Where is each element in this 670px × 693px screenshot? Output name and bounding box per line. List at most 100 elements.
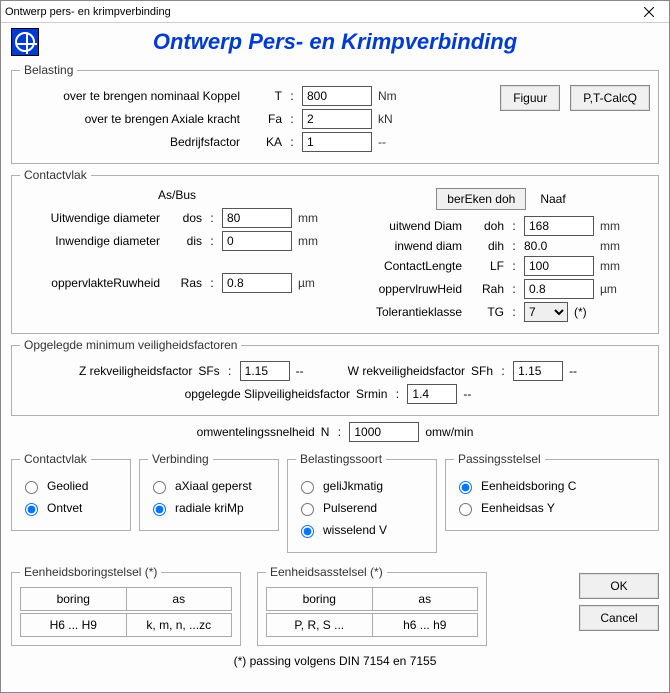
ruw-unit: µm <box>298 276 334 290</box>
ok-button[interactable]: OK <box>579 573 659 599</box>
close-button[interactable] <box>629 1 669 23</box>
group-belastingssoort: Belastingssoort geliJkmatig Pulserend wi… <box>287 452 437 553</box>
koppel-unit: Nm <box>378 89 414 103</box>
radio-radiaal[interactable]: radiale kriMp <box>148 500 270 516</box>
uitwd-input[interactable] <box>524 216 594 236</box>
titlebar: Ontwerp pers- en krimpverbinding <box>1 1 669 23</box>
omw-label: omwentelingssnelheid <box>197 425 315 439</box>
radio-eenheidsas[interactable]: Eenheidsas Y <box>454 500 650 516</box>
content-area: Ontwerp Pers- en Krimpverbinding Belasti… <box>1 23 669 692</box>
koppel-input[interactable] <box>302 86 372 106</box>
legend-asstelsel: Eenheidsasstelsel (*) <box>266 565 387 579</box>
tol-select[interactable]: 7 <box>524 302 568 322</box>
ruw-input[interactable] <box>222 273 292 293</box>
group-boringstelsel: Eenheidsboringstelsel (*) boring as H6 .… <box>11 565 241 646</box>
inw-unit: mm <box>298 234 334 248</box>
radio-wisselend[interactable]: wisselend V <box>296 522 428 538</box>
group-veiligheid: Opgelegde minimum veiligheidsfactoren Z … <box>11 338 659 416</box>
uitw-input[interactable] <box>222 208 292 228</box>
uitwd-symbol: doh <box>468 219 504 233</box>
uitwd-label: uitwend Diam <box>352 219 462 233</box>
boring-hdr-as: as <box>127 588 232 610</box>
bedrijf-symbol: KA <box>246 135 282 149</box>
boring-val-as: k, m, n, ...zc <box>127 614 232 636</box>
radio-axiaal[interactable]: aXiaal geperst <box>148 478 270 494</box>
radio-pulserend[interactable]: Pulserend <box>296 500 428 516</box>
inw-label: Inwendige diameter <box>20 234 160 248</box>
inw-symbol: dis <box>166 234 202 248</box>
sfh-input[interactable] <box>513 361 563 381</box>
boring-hdr-boring: boring <box>21 588 127 610</box>
as-hdr-boring: boring <box>267 588 373 610</box>
footnote: (*) passing volgens DIN 7154 en 7155 <box>11 654 659 668</box>
ruw-label: oppervlakteRuwheid <box>20 276 160 290</box>
sfh-unit: -- <box>569 364 591 378</box>
bedrijf-input[interactable] <box>302 132 372 152</box>
inwd-value: 80.0 <box>524 239 594 253</box>
uitw-symbol: dos <box>166 211 202 225</box>
bereken-button[interactable]: berEken doh <box>436 188 526 210</box>
bedrijf-unit: -- <box>378 135 414 149</box>
sfs-symbol: SFs <box>198 364 219 378</box>
omw-symbol: N <box>321 425 330 439</box>
uitw-label: Uitwendige diameter <box>20 211 160 225</box>
sfs-unit: -- <box>296 364 318 378</box>
legend-passingsstelsel: Passingsstelsel <box>454 452 545 466</box>
legend-verbinding: Verbinding <box>148 452 213 466</box>
titlebar-text: Ontwerp pers- en krimpverbinding <box>5 6 171 18</box>
tol-note: (*) <box>574 305 587 319</box>
legend-contactvlak2: Contactvlak <box>20 452 91 466</box>
tol-label: Tolerantieklasse <box>352 305 462 319</box>
cancel-button[interactable]: Cancel <box>579 605 659 631</box>
ptcalc-button[interactable]: P,T-CalcQ <box>570 85 650 111</box>
axiaal-input[interactable] <box>302 109 372 129</box>
legend-belasting: Belasting <box>20 63 77 77</box>
sfs-label: Z rekveiligheidsfactor <box>79 364 192 378</box>
group-contactvlak2: Contactvlak Geolied Ontvet <box>11 452 131 531</box>
legend-veiligheid: Opgelegde minimum veiligheidsfactoren <box>20 338 241 352</box>
axiaal-label: over te brengen Axiale kracht <box>20 112 240 126</box>
inwd-unit: mm <box>600 239 636 253</box>
len-input[interactable] <box>524 256 594 276</box>
app-icon <box>11 28 39 56</box>
inwd-symbol: dih <box>468 239 504 253</box>
ruwh-label: oppervlruwHeid <box>352 282 462 296</box>
omw-input[interactable] <box>349 422 419 442</box>
srmin-input[interactable] <box>407 384 457 404</box>
sfh-label: W rekveiligheidsfactor <box>348 364 465 378</box>
group-belasting: Belasting over te brengen nominaal Koppe… <box>11 63 659 164</box>
srmin-unit: -- <box>463 387 485 401</box>
len-label: ContactLengte <box>352 259 462 273</box>
uitw-unit: mm <box>298 211 334 225</box>
close-icon <box>644 7 654 17</box>
sfs-input[interactable] <box>240 361 290 381</box>
ruwh-input[interactable] <box>524 279 594 299</box>
group-passingsstelsel: Passingsstelsel Eenheidsboring C Eenheid… <box>445 452 659 531</box>
radio-eenheidsboring[interactable]: Eenheidsboring C <box>454 478 650 494</box>
omw-unit: omw/min <box>425 425 473 439</box>
asbus-header: As/Bus <box>20 188 334 202</box>
len-unit: mm <box>600 259 636 273</box>
page-title: Ontwerp Pers- en Krimpverbinding <box>11 29 659 55</box>
radio-geolied[interactable]: Geolied <box>20 478 122 494</box>
ruw-symbol: Ras <box>166 276 202 290</box>
legend-contactvlak: Contactvlak <box>20 168 91 182</box>
boring-val-boring: H6 ... H9 <box>21 614 127 636</box>
legend-belastingssoort: Belastingssoort <box>296 452 386 466</box>
figuur-button[interactable]: Figuur <box>500 85 560 111</box>
radio-ontvet[interactable]: Ontvet <box>20 500 122 516</box>
radio-gelijkmatig[interactable]: geliJkmatig <box>296 478 428 494</box>
as-hdr-as: as <box>373 588 478 610</box>
koppel-symbol: T <box>246 89 282 103</box>
axiaal-symbol: Fa <box>246 112 282 126</box>
koppel-label: over te brengen nominaal Koppel <box>20 89 240 103</box>
axiaal-unit: kN <box>378 112 414 126</box>
bedrijf-label: Bedrijfsfactor <box>20 135 240 149</box>
tol-symbol: TG <box>468 305 504 319</box>
uitwd-unit: mm <box>600 219 636 233</box>
group-asstelsel: Eenheidsasstelsel (*) boring as P, R, S … <box>257 565 487 646</box>
group-contactvlak: Contactvlak As/Bus Uitwendige diameter d… <box>11 168 659 334</box>
naaf-header: Naaf <box>540 192 565 206</box>
srmin-symbol: Srmin <box>356 387 387 401</box>
inw-input[interactable] <box>222 231 292 251</box>
